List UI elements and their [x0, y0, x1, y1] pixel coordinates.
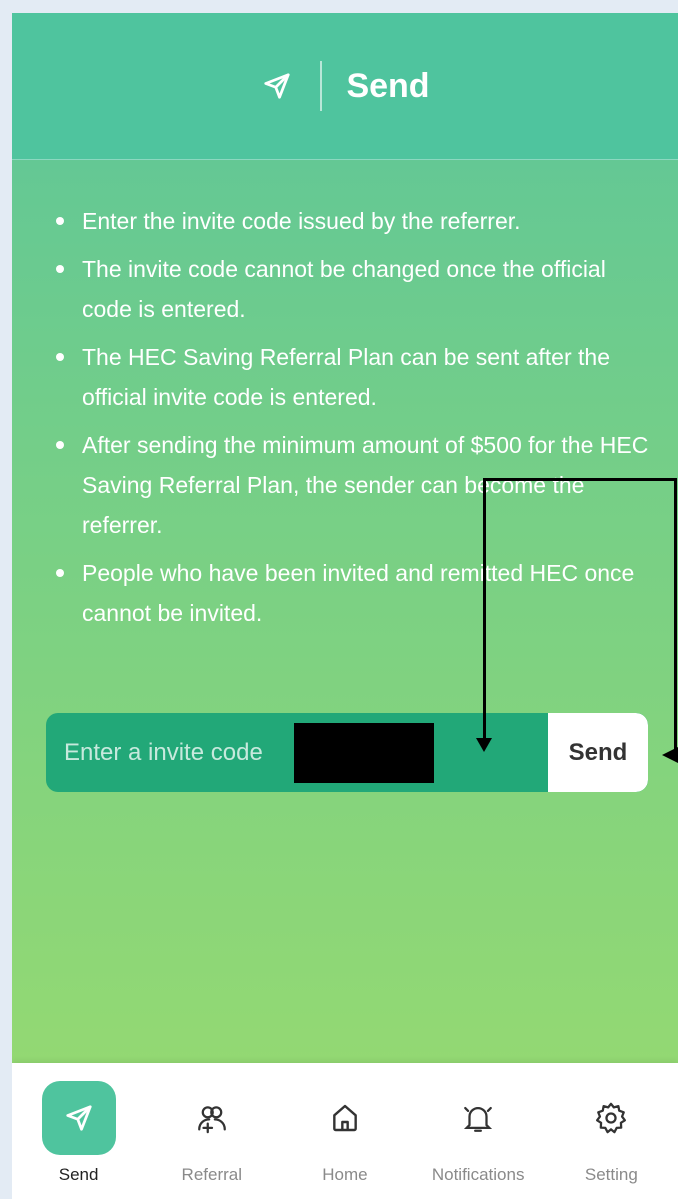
- referral-icon: [175, 1081, 249, 1155]
- bell-icon: [441, 1081, 515, 1155]
- rule-item: The HEC Saving Referral Plan can be sent…: [54, 337, 658, 417]
- invite-code-bar: Send: [46, 713, 648, 792]
- redaction-box: [294, 723, 434, 783]
- tab-referral[interactable]: Referral: [147, 1063, 277, 1185]
- app-screen: Send Enter the invite code issued by the…: [12, 13, 678, 1199]
- tab-setting[interactable]: Setting: [546, 1063, 676, 1185]
- annotation-arrowhead: [476, 738, 492, 752]
- annotation-line: [483, 478, 486, 748]
- gear-icon: [574, 1081, 648, 1155]
- tab-label: Referral: [181, 1165, 243, 1184]
- header-divider: [320, 61, 323, 111]
- tab-home[interactable]: Home: [280, 1063, 410, 1185]
- annotation-arrowhead: [662, 747, 678, 763]
- bottom-tab-bar: Send Referral Home Notifications Setting: [12, 1063, 678, 1199]
- tab-label: Notifications: [431, 1165, 525, 1184]
- tab-label: Send: [58, 1165, 99, 1184]
- annotation-line: [674, 478, 677, 758]
- annotation-line: [484, 478, 676, 481]
- rule-item: Enter the invite code issued by the refe…: [54, 201, 658, 241]
- tab-notifications[interactable]: Notifications: [413, 1063, 543, 1185]
- tab-label: Setting: [584, 1165, 638, 1184]
- rule-item: After sending the minimum amount of $500…: [54, 425, 658, 545]
- home-icon: [308, 1081, 382, 1155]
- send-button[interactable]: Send: [548, 713, 648, 792]
- page-title: Send: [346, 66, 430, 105]
- tab-label: Home: [322, 1165, 368, 1184]
- app-header: Send: [12, 13, 678, 160]
- rule-item: The invite code cannot be changed once t…: [54, 249, 658, 329]
- tab-send[interactable]: Send: [14, 1063, 144, 1185]
- rule-item: People who have been invited and remitte…: [54, 553, 658, 633]
- rules-list: Enter the invite code issued by the refe…: [12, 201, 678, 641]
- send-icon: [260, 69, 294, 103]
- send-icon: [41, 1081, 116, 1155]
